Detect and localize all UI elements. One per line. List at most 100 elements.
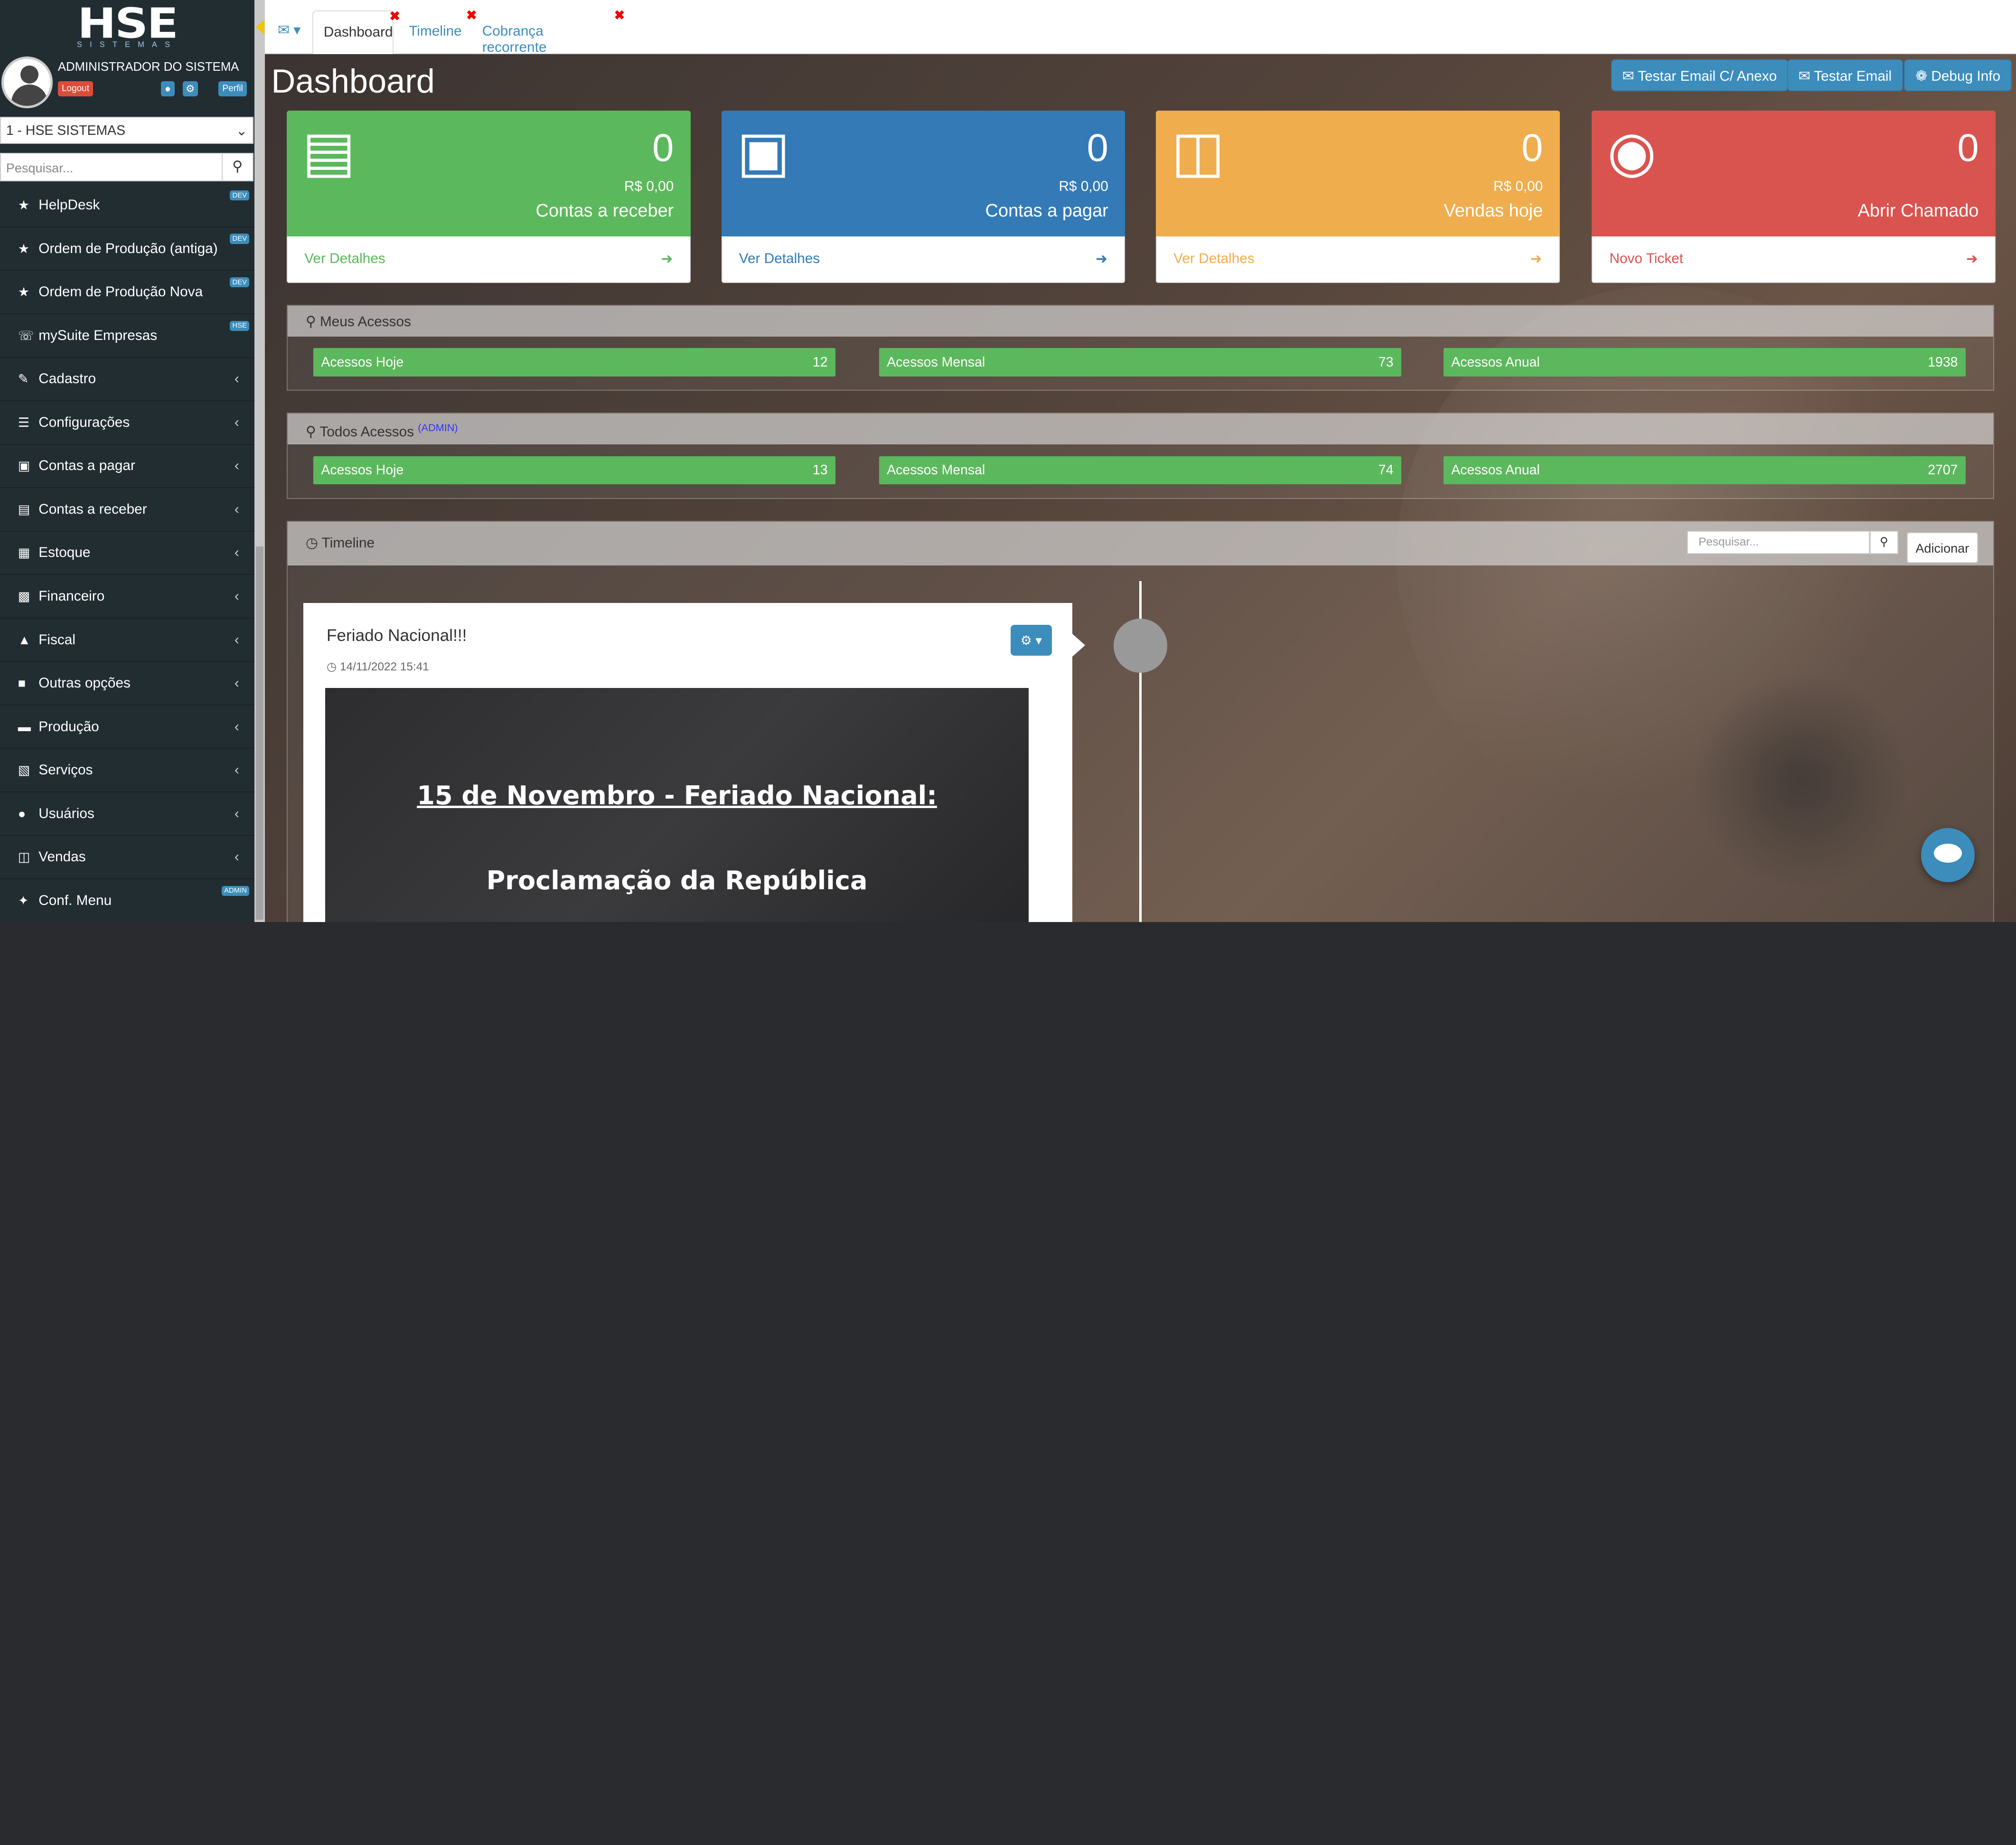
- stat-bar: Acessos Anual 1938: [1444, 348, 1966, 377]
- page-title: Dashboard: [271, 62, 435, 100]
- panel-header: ⚲ Meus Acessos: [288, 305, 1994, 337]
- sidebar-search: Pesquisar... ⚲: [0, 153, 253, 181]
- stat-label: Acessos Anual: [1451, 462, 1540, 478]
- sidebar-search-input[interactable]: Pesquisar...: [0, 153, 223, 181]
- sidebar-item-label: Ordem de Produção Nova: [38, 284, 203, 300]
- company-select[interactable]: 1 - HSE SISTEMAS ⌄: [0, 117, 253, 144]
- post-date-text: 14/11/2022 15:41: [340, 660, 429, 674]
- stat-value: 1938: [1928, 354, 1958, 370]
- sidebar-item-conf-menu[interactable]: ✦ Conf. Menu ADMIN: [0, 879, 255, 922]
- sidebar-item-ordem-producao-antiga[interactable]: ★ Ordem de Produção (antiga) DEV: [0, 227, 255, 271]
- tab-label: Timeline: [409, 23, 462, 39]
- panel-title: Meus Acessos: [320, 314, 412, 330]
- credit-card-icon: ▤: [302, 120, 356, 183]
- money-icon: ▣: [737, 120, 790, 183]
- stat-value: 73: [1378, 354, 1394, 370]
- link-label: Ver Detalhes: [304, 251, 385, 267]
- box-details-link[interactable]: Ver Detalhes ➜: [1156, 236, 1560, 283]
- sidebar-item-financeiro[interactable]: ▩ Financeiro ‹: [0, 575, 255, 619]
- post-options-button[interactable]: ⚙ ▾: [1010, 625, 1052, 656]
- sidebar-item-configuracoes[interactable]: ☰ Configurações ‹: [0, 401, 255, 445]
- sidebar-item-label: Usuários: [38, 805, 94, 821]
- envelope-icon[interactable]: ✉ ▾: [278, 22, 300, 38]
- clock-icon: ◷: [305, 535, 322, 551]
- sidebar-item-producao[interactable]: ▬ Produção ‹: [0, 705, 255, 749]
- box-abrir-chamado: ◉ 0 Abrir Chamado Novo Ticket ➜: [1592, 110, 1996, 283]
- logout-button[interactable]: Logout: [57, 81, 94, 97]
- box-count: 0: [1087, 126, 1108, 170]
- avatar: [1, 56, 53, 108]
- test-email-button[interactable]: ✉ Testar Email: [1787, 59, 1903, 92]
- sidebar-item-vendas[interactable]: ◫ Vendas ‹: [0, 836, 255, 880]
- search-icon[interactable]: ⚲: [222, 153, 253, 181]
- timeline-search: Pesquisar... ⚲: [1687, 530, 1898, 554]
- box-details-link[interactable]: Ver Detalhes ➜: [287, 236, 691, 283]
- box-body: ◫ 0 R$ 0,00 Vendas hoje: [1156, 110, 1560, 237]
- logo[interactable]: HSE SISTEMAS: [0, 0, 255, 54]
- key-icon: ⚲: [305, 314, 320, 330]
- add-button[interactable]: Adicionar: [1907, 532, 1978, 563]
- sidebar: HSE SISTEMAS ADMINISTRADOR DO SISTEMA Lo…: [0, 0, 255, 922]
- close-icon[interactable]: ✖: [614, 8, 625, 23]
- stat-bar: Acessos Hoje 12: [313, 348, 835, 377]
- star-icon: ★: [18, 241, 30, 256]
- sidebar-item-label: Configurações: [38, 414, 130, 430]
- sidebar-item-label: Contas a pagar: [38, 458, 135, 474]
- debug-info-button[interactable]: ❁ Debug Info: [1904, 59, 2012, 92]
- stat-label: Acessos Hoje: [321, 462, 404, 478]
- box-count: 0: [652, 126, 674, 170]
- box-count: 0: [1521, 126, 1543, 170]
- perfil-button[interactable]: Perfil: [218, 81, 247, 97]
- meus-acessos-panel: ⚲ Meus Acessos Acessos Hoje 12 Acessos Me…: [287, 304, 1995, 391]
- box-label: Abrir Chamado: [1857, 200, 1979, 221]
- sidebar-toggle-icon[interactable]: [256, 19, 265, 35]
- sidebar-item-label: Estoque: [38, 545, 91, 561]
- gear-icon[interactable]: ⚙: [182, 81, 198, 97]
- sidebar-item-label: Contas a receber: [38, 501, 147, 517]
- sidebar-item-outras-opcoes[interactable]: ■ Outras opções ‹: [0, 662, 255, 706]
- timeline-dot: [1113, 618, 1168, 673]
- stat-label: Acessos Mensal: [887, 462, 985, 478]
- stat-bar: Acessos Hoje 13: [313, 456, 835, 485]
- sidebar-item-ordem-producao-nova[interactable]: ★ Ordem de Produção Nova DEV: [0, 271, 255, 314]
- timeline-search-input[interactable]: Pesquisar...: [1687, 530, 1870, 554]
- link-label: Novo Ticket: [1609, 251, 1684, 267]
- envelope-icon: ✉: [1622, 68, 1638, 84]
- box-amount: R$ 0,00: [1493, 179, 1543, 195]
- chevron-left-icon: ‹: [234, 414, 239, 430]
- sidebar-item-mysuite[interactable]: ☏ mySuite Empresas HSE: [0, 314, 255, 358]
- new-ticket-link[interactable]: Novo Ticket ➜: [1592, 236, 1996, 283]
- sidebar-item-fiscal[interactable]: ▲ Fiscal ‹: [0, 618, 255, 662]
- chevron-left-icon: ‹: [234, 371, 239, 387]
- box-details-link[interactable]: Ver Detalhes ➜: [721, 236, 1125, 283]
- tab-label: Dashboard: [323, 24, 393, 40]
- arrow-circle-right-icon: ➜: [1095, 251, 1107, 267]
- sidebar-item-estoque[interactable]: ▦ Estoque ‹: [0, 531, 255, 575]
- sidebar-item-cadastro[interactable]: ✎ Cadastro ‹: [0, 358, 255, 402]
- sidebar-scrollbar[interactable]: [254, 0, 265, 922]
- sidebar-item-contas-receber[interactable]: ▤ Contas a receber ‹: [0, 488, 255, 532]
- panel-header: ◷ Timeline Pesquisar... ⚲ Adicionar: [288, 521, 1994, 566]
- clock-icon: ◷: [326, 660, 340, 674]
- tab-timeline[interactable]: Timeline ✖: [399, 8, 477, 54]
- post-date: ◷ 14/11/2022 15:41: [327, 659, 429, 674]
- tab-cobranca-recorrente[interactable]: Cobrança recorrente ✖: [472, 8, 625, 55]
- sidebar-item-helpdesk[interactable]: ★ HelpDesk DEV: [0, 184, 255, 227]
- sidebar-item-label: Produção: [38, 718, 99, 734]
- chevron-left-icon: ‹: [234, 631, 239, 648]
- chat-icon[interactable]: [1921, 828, 1975, 883]
- tab-dashboard[interactable]: Dashboard ✖: [312, 9, 400, 54]
- sidebar-item-label: mySuite Empresas: [38, 327, 158, 343]
- user-icon[interactable]: ●: [160, 81, 175, 97]
- stat-label: Acessos Anual: [1451, 354, 1540, 370]
- star-icon: ★: [18, 198, 30, 213]
- chevron-left-icon: ‹: [234, 588, 239, 604]
- box-body: ▣ 0 R$ 0,00 Contas a pagar: [721, 110, 1125, 237]
- cart-icon: ◫: [18, 849, 30, 865]
- sidebar-item-usuarios[interactable]: ● Usuários ‹: [0, 792, 255, 836]
- scrollbar-thumb[interactable]: [256, 546, 264, 920]
- test-email-attachment-button[interactable]: ✉ Testar Email C/ Anexo: [1611, 59, 1788, 92]
- sidebar-item-contas-pagar[interactable]: ▣ Contas a pagar ‹: [0, 444, 255, 489]
- search-icon[interactable]: ⚲: [1870, 530, 1898, 554]
- sidebar-item-servicos[interactable]: ▧ Serviços ‹: [0, 749, 255, 792]
